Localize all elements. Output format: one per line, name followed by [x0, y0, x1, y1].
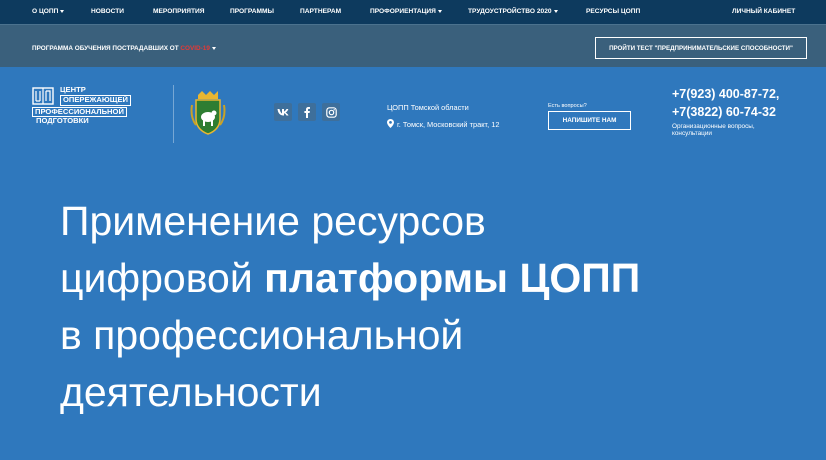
- org-address: г. Томск, Московский тракт, 12: [387, 119, 499, 129]
- nav-item-career-guidance[interactable]: ПРОФОРИЕНТАЦИЯ: [370, 0, 442, 24]
- caret-down-icon: [60, 9, 65, 13]
- nav-item-personal-account[interactable]: ЛИЧНЫЙ КАБИНЕТ: [732, 0, 795, 24]
- caret-down-icon: [553, 9, 558, 13]
- hero-line: цифровой платформы ЦОПП: [60, 250, 640, 307]
- program-highlight: COVID-19: [180, 45, 210, 52]
- phone-secondary[interactable]: +7(3822) 60-74-32: [672, 105, 776, 119]
- hero-title: Применение ресурсов цифровой платформы Ц…: [60, 193, 640, 421]
- phone-primary[interactable]: +7(923) 400-87-72,: [672, 87, 779, 101]
- map-pin-icon: [387, 119, 394, 128]
- questions-label: Есть вопросы?: [548, 103, 587, 109]
- nav-item-label: ТРУДОУСТРОЙСТВО 2020: [468, 8, 552, 15]
- instagram-icon[interactable]: [322, 103, 340, 121]
- tomsk-region-emblem-icon: [190, 91, 226, 135]
- hero-line-bold: платформы ЦОПП: [264, 255, 641, 301]
- program-label: ПРОГРАММА ОБУЧЕНИЯ ПОСТРАДАВШИХ ОТ: [32, 45, 179, 52]
- phone-note: Организационные вопросы, консультации: [672, 123, 755, 138]
- nav-item-about[interactable]: О ЦОПП: [32, 0, 65, 24]
- nav-item-events[interactable]: МЕРОПРИЯТИЯ: [153, 0, 204, 24]
- entrepreneur-test-button[interactable]: ПРОЙТИ ТЕСТ "ПРЕДПРИНИМАТЕЛЬСКИЕ СПОСОБН…: [595, 37, 807, 59]
- facebook-icon[interactable]: [298, 103, 316, 121]
- nav-item-employment[interactable]: ТРУДОУСТРОЙСТВО 2020: [468, 0, 558, 24]
- nav-item-label: МЕРОПРИЯТИЯ: [153, 8, 205, 15]
- address-text: г. Томск, Московский тракт, 12: [397, 120, 500, 129]
- copp-logo-icon: [32, 87, 54, 105]
- nav-item-label: О ЦОПП: [32, 8, 59, 15]
- header-divider: [173, 85, 174, 143]
- hero-line: деятельности: [60, 369, 322, 415]
- caret-down-icon: [437, 9, 442, 13]
- logo-text: ЦЕНТР ОПЕРЕЖАЮЩЕЙ ПРОФЕССИОНАЛЬНОЙ ПОДГО…: [32, 85, 131, 126]
- hero-line: Применение ресурсов: [60, 198, 486, 244]
- org-name: ЦОПП Томской области: [387, 103, 469, 112]
- nav-item-label: ПРОФОРИЕНТАЦИЯ: [370, 8, 436, 15]
- copp-logo[interactable]: ЦЕНТР ОПЕРЕЖАЮЩЕЙ ПРОФЕССИОНАЛЬНОЙ ПОДГО…: [32, 85, 152, 140]
- hero-line: в профессиональной: [60, 312, 464, 358]
- nav-item-label: НОВОСТИ: [91, 8, 124, 15]
- caret-down-icon: [211, 46, 216, 50]
- logo-line: ЦЕНТР: [60, 85, 86, 94]
- program-dropdown[interactable]: ПРОГРАММА ОБУЧЕНИЯ ПОСТРАДАВШИХ ОТ COVID…: [32, 45, 216, 52]
- nav-item-resources[interactable]: РЕСУРСЫ ЦОПП: [586, 0, 640, 24]
- logo-line: ОПЕРЕЖАЮЩЕЙ: [60, 95, 131, 106]
- nav-item-label: ЛИЧНЫЙ КАБИНЕТ: [732, 8, 796, 15]
- nav-item-label: РЕСУРСЫ ЦОПП: [586, 8, 641, 15]
- hero-line-normal: цифровой: [60, 255, 265, 301]
- nav-item-label: ПАРТНЕРАМ: [300, 8, 342, 15]
- secondary-bar: ПРОГРАММА ОБУЧЕНИЯ ПОСТРАДАВШИХ ОТ COVID…: [0, 24, 826, 67]
- logo-line: ПОДГОТОВКИ: [36, 116, 89, 126]
- nav-item-news[interactable]: НОВОСТИ: [91, 0, 124, 24]
- nav-item-label: ПРОГРАММЫ: [230, 8, 274, 15]
- nav-item-programs[interactable]: ПРОГРАММЫ: [230, 0, 274, 24]
- write-us-button[interactable]: НАПИШИТЕ НАМ: [548, 111, 631, 130]
- nav-item-partners[interactable]: ПАРТНЕРАМ: [300, 0, 341, 24]
- site-header: ЦЕНТР ОПЕРЕЖАЮЩЕЙ ПРОФЕССИОНАЛЬНОЙ ПОДГО…: [0, 67, 826, 157]
- vk-icon[interactable]: [274, 103, 292, 121]
- top-navigation: О ЦОПП НОВОСТИ МЕРОПРИЯТИЯ ПРОГРАММЫ ПАР…: [0, 0, 826, 24]
